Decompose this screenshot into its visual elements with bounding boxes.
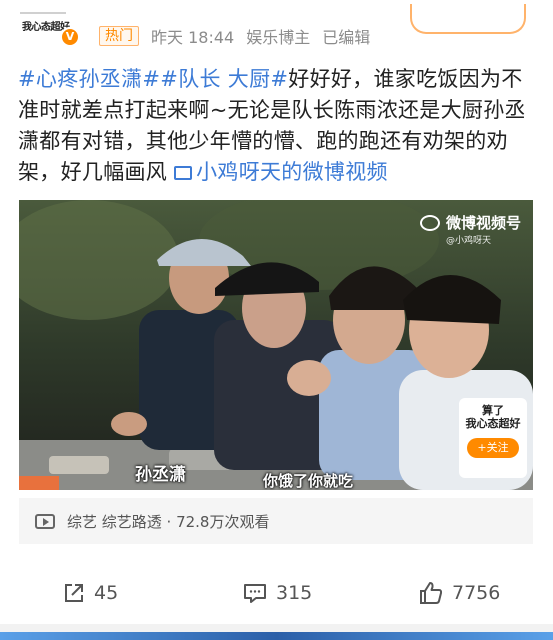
promo-line-2: 我心态超好 xyxy=(465,417,521,430)
like-count: 7756 xyxy=(452,582,501,604)
share-icon xyxy=(65,584,83,602)
post-time: 昨天 18:44 xyxy=(151,28,235,47)
weibo-logo-icon xyxy=(419,214,440,231)
next-post-edge xyxy=(0,632,553,640)
post-header: 我心态超好 V 热门 昨天 18:44 娱乐博主 已编辑 xyxy=(0,0,553,56)
action-bar: 45 315 7756 xyxy=(0,570,553,616)
share-count: 45 xyxy=(94,582,119,604)
hot-badge: 热门 xyxy=(99,26,139,46)
name-caption: 孙丞潇 xyxy=(135,465,186,485)
thumbs-up-icon xyxy=(420,582,443,604)
video-source-label: 小鸡呀天的微博视频 xyxy=(196,160,388,184)
follow-button[interactable] xyxy=(410,4,526,34)
comment-button[interactable]: 315 xyxy=(242,578,312,608)
video-watermark: 微博视频号 @小鸡呀天 xyxy=(419,212,521,246)
author-role: 娱乐博主 xyxy=(246,28,311,47)
watermark-sub: @小鸡呀天 xyxy=(445,236,491,246)
verified-badge-icon: V xyxy=(60,27,80,47)
comment-count: 315 xyxy=(276,582,313,604)
video-subtitle: 你饿了你就吃 xyxy=(263,472,354,490)
follow-promo-card[interactable]: 算了 我心态超好 +关注 xyxy=(459,398,527,478)
avatar-decoration xyxy=(20,12,66,14)
comment-icon xyxy=(244,584,266,603)
edited-label: 已编辑 xyxy=(322,28,371,47)
video-play-icon xyxy=(35,513,55,529)
share-button[interactable]: 45 xyxy=(62,578,118,608)
hashtag-link[interactable]: #心疼孙丞潇# xyxy=(18,67,160,91)
watermark-title: 微博视频号 xyxy=(445,214,521,232)
video-icon xyxy=(174,166,193,180)
post-meta: 热门 昨天 18:44 娱乐博主 已编辑 xyxy=(99,26,371,47)
video-player[interactable]: 微博视频号 @小鸡呀天 孙丞潇 你饿了你就吃 算了 我心态超好 +关注 xyxy=(19,200,533,490)
like-button[interactable]: 7756 xyxy=(418,578,500,608)
video-category-row[interactable]: 综艺 综艺路透 · 72.8万次观看 xyxy=(19,498,533,544)
promo-line-1: 算了 xyxy=(482,404,504,417)
hashtag-link[interactable]: #队长 大厨# xyxy=(160,67,288,91)
post-text: #心疼孙丞潇##队长 大厨#好好好，谁家吃饭因为不准时就差点打起来啊~无论是队长… xyxy=(18,64,536,188)
weibo-post-card: 我心态超好 V 热门 昨天 18:44 娱乐博主 已编辑 #心疼孙丞潇##队长 … xyxy=(0,0,553,624)
promo-follow-button[interactable]: +关注 xyxy=(467,438,519,458)
category-text: 综艺 综艺路透 · 72.8万次观看 xyxy=(67,512,270,531)
video-source-link[interactable]: 小鸡呀天的微博视频 xyxy=(174,160,388,184)
